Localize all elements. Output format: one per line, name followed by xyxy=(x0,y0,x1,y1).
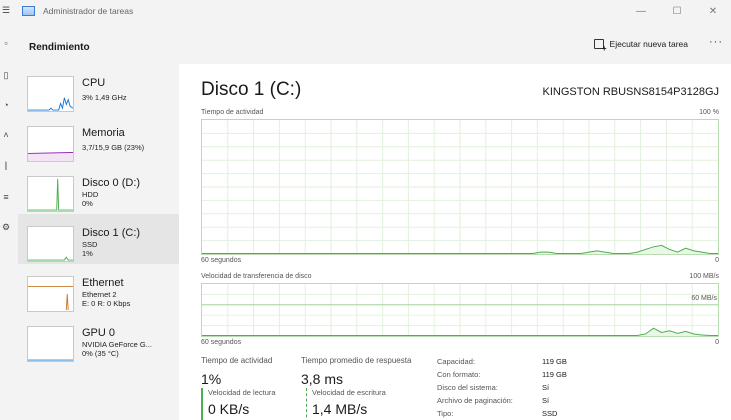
history-icon[interactable]: ◔ xyxy=(0,100,12,110)
active-time-graph xyxy=(201,119,719,255)
sidebar-item-usage: 0% xyxy=(82,199,93,208)
transfer-rate-graph-min: 0 xyxy=(715,339,719,346)
sidebar-item-throughput: E: 0 R: 0 Kbps xyxy=(82,299,131,308)
property-value: 119 GB xyxy=(542,370,567,379)
property-key: Capacidad: xyxy=(437,357,475,366)
sidebar-item-usage: 1% xyxy=(82,249,93,258)
users-icon[interactable]: ꟾ xyxy=(0,162,12,173)
sidebar-item-detail: 3,7/15,9 GB (23%) xyxy=(82,143,145,152)
gpu-0-mini-graph xyxy=(27,326,74,362)
more-options-button[interactable]: ··· xyxy=(709,36,723,48)
sidebar-item-cpu[interactable]: CPU 3% 1,49 GHz xyxy=(18,64,179,114)
property-key: Disco del sistema: xyxy=(437,383,498,392)
run-new-task-label: Ejecutar nueva tarea xyxy=(609,39,688,49)
property-value: 119 GB xyxy=(542,357,567,366)
write-speed-block: Velocidad de escritura 1,4 MB/s xyxy=(306,388,386,420)
sidebar-item-gpu-0[interactable]: GPU 0 NVIDIA GeForce G... 0% (35 °C) xyxy=(18,314,179,364)
nav-rail: ☰ ▫ ▯ ◔ ˄ ꟾ ≡ ⚙ xyxy=(0,0,18,420)
performance-sidebar: CPU 3% 1,49 GHz Memoria 3,7/15,9 GB (23%… xyxy=(18,64,179,420)
read-speed-label: Velocidad de lectura xyxy=(208,388,276,397)
sidebar-item-memory[interactable]: Memoria 3,7/15,9 GB (23%) xyxy=(18,114,179,164)
property-value: SSD xyxy=(542,409,558,418)
cpu-mini-graph-line xyxy=(28,97,73,111)
active-time-graph-label: Tiempo de actividad xyxy=(201,109,264,116)
sidebar-item-detail: 3% 1,49 GHz xyxy=(82,93,127,102)
disk-1-mini-graph-line xyxy=(28,256,73,261)
hamburger-icon[interactable]: ☰ xyxy=(0,5,12,16)
page-title: Rendimiento xyxy=(29,41,90,53)
active-time-graph-max: 100 % xyxy=(699,109,719,116)
transfer-rate-graph-secondary: 60 MB/s xyxy=(691,295,717,302)
sidebar-item-name: Disco 1 (C:) xyxy=(82,227,141,239)
sidebar-item-name: Disco 0 (D:) xyxy=(82,177,141,189)
ethernet-mini-graph xyxy=(27,276,74,312)
active-time-value: 1% xyxy=(201,371,222,387)
title-bar[interactable]: Administrador de tareas — ☐ ✕ xyxy=(18,0,731,22)
sidebar-item-type: HDD xyxy=(82,190,99,199)
read-speed-block: Velocidad de lectura 0 KB/s xyxy=(201,388,276,420)
transfer-rate-graph-max: 100 MB/s xyxy=(689,273,719,280)
sidebar-item-name: CPU xyxy=(82,77,106,89)
close-button[interactable]: ✕ xyxy=(695,0,731,22)
disk-model: KINGSTON RBUSNS8154P3128GJ xyxy=(542,86,719,98)
sidebar-item-name: Memoria xyxy=(82,127,125,139)
property-value: Sí xyxy=(542,396,550,405)
property-key: Con formato: xyxy=(437,370,481,379)
disk-0-mini-graph xyxy=(27,176,74,212)
sidebar-item-model: NVIDIA GeForce G... xyxy=(82,340,153,349)
memory-mini-graph xyxy=(27,126,74,162)
services-icon[interactable]: ⚙ xyxy=(0,222,12,233)
active-time-graph-min: 0 xyxy=(715,257,719,264)
window-controls: — ☐ ✕ xyxy=(623,0,731,22)
property-key: Tipo: xyxy=(437,409,454,418)
read-speed-value: 0 KB/s xyxy=(208,401,250,417)
sidebar-item-usage: 0% (35 °C) xyxy=(82,349,119,358)
maximize-button[interactable]: ☐ xyxy=(659,0,695,22)
window-title: Administrador de tareas xyxy=(43,6,134,16)
transfer-rate-graph-label: Velocidad de transferencia de disco xyxy=(201,273,312,280)
sidebar-item-ethernet[interactable]: Ethernet Ethernet 2 E: 0 R: 0 Kbps xyxy=(18,264,179,314)
disk-detail-panel: Disco 1 (C:) KINGSTON RBUSNS8154P3128GJ … xyxy=(179,64,731,420)
write-speed-label: Velocidad de escritura xyxy=(312,388,386,397)
run-new-task-button[interactable]: Ejecutar nueva tarea xyxy=(593,39,688,53)
disk-1-mini-graph xyxy=(27,226,74,262)
memory-mini-graph-line xyxy=(28,152,73,154)
sidebar-item-disk-1[interactable]: Disco 1 (C:) SSD 1% xyxy=(18,214,179,264)
sidebar-item-name: GPU 0 xyxy=(82,327,116,339)
processes-icon[interactable]: ▫ xyxy=(0,38,12,48)
startup-icon[interactable]: ˄ xyxy=(0,130,12,140)
sidebar-item-type: SSD xyxy=(82,240,98,249)
response-time-value: 3,8 ms xyxy=(301,371,344,387)
task-manager-app-icon xyxy=(22,6,35,16)
transfer-rate-graph xyxy=(201,283,719,337)
disk-0-mini-graph-line xyxy=(28,178,73,211)
page-header: Rendimiento Ejecutar nueva tarea ··· xyxy=(18,30,731,64)
write-speed-value: 1,4 MB/s xyxy=(312,401,368,417)
ethernet-mini-graph-spike xyxy=(65,293,69,311)
property-key: Archivo de paginación: xyxy=(437,396,513,405)
details-icon[interactable]: ≡ xyxy=(0,192,12,202)
sidebar-item-disk-0[interactable]: Disco 0 (D:) HDD 0% xyxy=(18,164,179,214)
new-task-icon xyxy=(593,39,607,53)
cpu-mini-graph xyxy=(27,76,74,112)
active-time-label: Tiempo de actividad xyxy=(201,356,273,365)
minimize-button[interactable]: — xyxy=(623,0,659,22)
response-time-label: Tiempo promedio de respuesta xyxy=(301,356,412,365)
property-value: Sí xyxy=(542,383,550,392)
transfer-rate-graph-duration: 60 segundos xyxy=(201,339,242,346)
active-time-graph-duration: 60 segundos xyxy=(201,257,242,264)
sidebar-item-adapter: Ethernet 2 xyxy=(82,290,117,299)
disk-title: Disco 1 (C:) xyxy=(201,79,302,100)
performance-icon[interactable]: ▯ xyxy=(0,70,12,81)
memory-mini-graph-fill xyxy=(28,153,73,161)
sidebar-item-name: Ethernet xyxy=(82,277,124,289)
